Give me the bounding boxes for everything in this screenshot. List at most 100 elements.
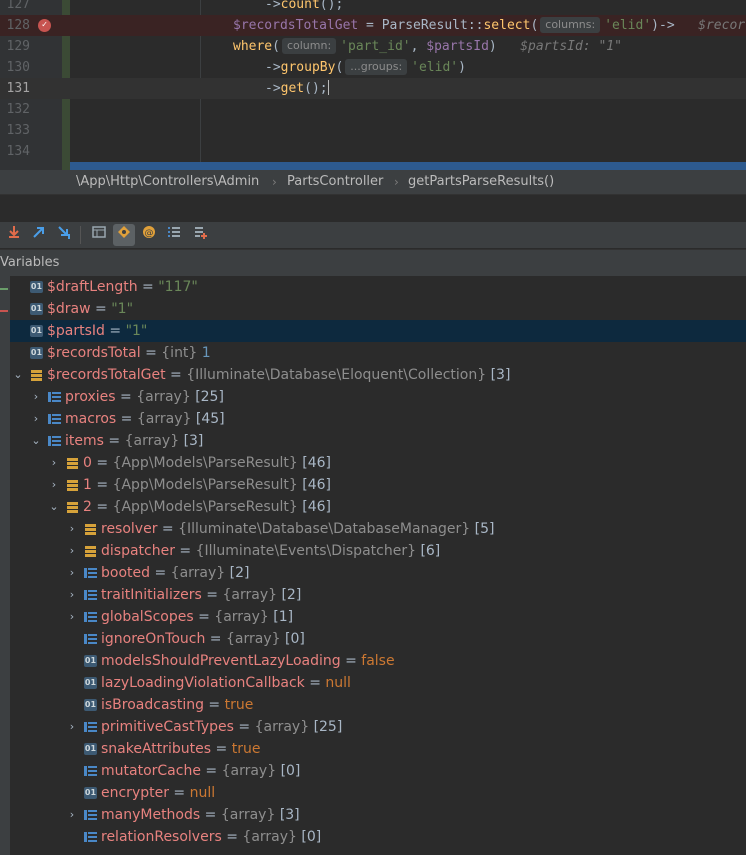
variables-tree[interactable]: 01 $draftLength = "117" 01 $draw = "1" 01 $pa… (0, 276, 746, 855)
variable-row[interactable]: relationResolvers = {array} [0] (10, 826, 746, 848)
add-watch-icon[interactable] (190, 224, 212, 246)
variable-label: lazyLoadingViolationCallback = null (101, 672, 351, 694)
variable-name: mutatorCache (101, 763, 201, 779)
chevron-right-icon[interactable]: › (66, 540, 78, 562)
chevron-right-icon[interactable]: › (66, 606, 78, 628)
chevron-right-icon[interactable]: › (66, 804, 78, 826)
variable-label: 2 = {App\Models\ParseResult} [46] (83, 496, 331, 518)
variable-row[interactable]: › resolver = {Illuminate\Database\Databas… (10, 518, 746, 540)
variable-name: primitiveCastTypes (101, 719, 234, 735)
step-into-icon[interactable] (28, 224, 50, 246)
line-number: 127 (6, 0, 30, 12)
variable-row[interactable]: 01 $draw = "1" (10, 298, 746, 320)
primitive-value-icon: 01 (84, 787, 97, 799)
variable-label: snakeAttributes = true (101, 738, 260, 760)
code-line-132[interactable]: 132 (0, 99, 746, 120)
array-icon (48, 435, 61, 447)
chevron-down-icon[interactable]: ⌄ (30, 430, 42, 452)
variable-row[interactable]: ignoreOnTouch = {array} [0] (10, 628, 746, 650)
variable-equals: = (104, 323, 126, 339)
breadcrumb-method[interactable]: getPartsParseResults() (408, 170, 554, 194)
chevron-right-icon[interactable]: › (30, 408, 42, 430)
evaluate-icon[interactable] (88, 224, 110, 246)
variable-row[interactable]: ⌄ $recordsTotalGet = {Illuminate\Database… (10, 364, 746, 386)
chevron-right-icon[interactable]: › (66, 716, 78, 738)
variable-row[interactable]: › dispatcher = {Illuminate\Events\Dispatc… (10, 540, 746, 562)
chevron-right-icon[interactable]: › (48, 452, 60, 474)
variable-value: [3] (183, 433, 204, 449)
step-over-icon[interactable] (3, 224, 25, 246)
variable-type: {array} (220, 807, 280, 823)
variable-row[interactable]: mutatorCache = {array} [0] (10, 760, 746, 782)
chevron-right-icon[interactable]: › (66, 562, 78, 584)
variable-label: $recordsTotalGet = {Illuminate\Database\… (47, 364, 510, 386)
variable-row[interactable]: 01 modelsShouldPreventLazyLoading = false (10, 650, 746, 672)
array-icon (84, 611, 97, 623)
variable-row[interactable]: › macros = {array} [45] (10, 408, 746, 430)
variable-name: booted (101, 565, 151, 581)
variable-row[interactable]: › traitInitializers = {array} [2] (10, 584, 746, 606)
code-line-129[interactable]: 129 where(column:'part_id', $partsId) $p… (0, 36, 746, 57)
chevron-right-icon[interactable]: › (30, 386, 42, 408)
variable-value: [46] (302, 455, 332, 471)
list-icon[interactable] (163, 224, 185, 246)
variable-label: modelsShouldPreventLazyLoading = false (101, 650, 395, 672)
variable-row[interactable]: › manyMethods = {array} [3] (10, 804, 746, 826)
variable-row[interactable]: ⌄ items = {array} [3] (10, 430, 746, 452)
code-editor[interactable]: 127 ->count(); 128 ✓ $recordsTotalGet = … (0, 0, 746, 170)
variable-row[interactable]: › primitiveCastTypes = {array} [25] (10, 716, 746, 738)
code-line-128[interactable]: 128 ✓ $recordsTotalGet = ParseResult::se… (0, 15, 746, 36)
chevron-right-icon[interactable]: › (66, 518, 78, 540)
breadcrumb-class[interactable]: PartsController (287, 170, 383, 194)
breakpoint-icon[interactable]: ✓ (38, 19, 51, 32)
code-line-134[interactable]: 134 (0, 141, 746, 162)
variable-row[interactable]: 01 $recordsTotal = {int} 1 (10, 342, 746, 364)
code-line-131[interactable]: 131 ->get(); (0, 78, 746, 99)
chevron-right-icon[interactable]: › (66, 584, 78, 606)
breadcrumb: \App\Http\Controllers\Admin › PartsContr… (0, 170, 746, 195)
variable-label: dispatcher = {Illuminate\Events\Dispatch… (101, 540, 440, 562)
variable-value: [2] (229, 565, 250, 581)
array-icon (48, 391, 61, 403)
variable-row[interactable]: 01 $partsId = "1" (10, 320, 746, 342)
variable-row[interactable]: 01 $draftLength = "117" (10, 276, 746, 298)
primitive-value-icon: 01 (84, 655, 97, 667)
code-line-133[interactable]: 133 (0, 120, 746, 141)
chevron-right-icon[interactable]: › (48, 474, 60, 496)
variable-row[interactable]: 01 isBroadcasting = true (10, 694, 746, 716)
variable-name: snakeAttributes (101, 741, 212, 757)
breadcrumb-namespace[interactable]: \App\Http\Controllers\Admin (76, 170, 259, 194)
primitive-value-icon: 01 (84, 699, 97, 711)
step-out-icon[interactable] (53, 224, 75, 246)
code-line-127[interactable]: 127 ->count(); (0, 0, 746, 15)
variable-row[interactable]: › booted = {array} [2] (10, 562, 746, 584)
variable-row[interactable]: 01 encrypter = null (10, 782, 746, 804)
chevron-down-icon[interactable]: ⌄ (48, 496, 60, 518)
watch-icon[interactable] (113, 224, 135, 246)
variable-row[interactable]: › 0 = {App\Models\ParseResult} [46] (10, 452, 746, 474)
variable-label: $partsId = "1" (47, 320, 147, 342)
variable-row[interactable]: 01 lazyLoadingViolationCallback = null (10, 672, 746, 694)
variable-row[interactable]: ⌄ 2 = {App\Models\ParseResult} [46] (10, 496, 746, 518)
variable-row[interactable]: › 1 = {App\Models\ParseResult} [46] (10, 474, 746, 496)
variable-label: 1 = {App\Models\ParseResult} [46] (83, 474, 331, 496)
code-line-130[interactable]: 130 ->groupBy(...groups:'elid') (0, 57, 746, 78)
variable-equals: = (174, 543, 196, 559)
code-text: ->count(); (265, 0, 344, 12)
line-number: 134 (6, 144, 30, 159)
chevron-down-icon[interactable]: ⌄ (12, 364, 24, 386)
left-tool-rail (0, 276, 10, 855)
variable-label: items = {array} [3] (65, 430, 203, 452)
variable-name: manyMethods (101, 807, 201, 823)
variable-row[interactable]: › globalScopes = {array} [1] (10, 606, 746, 628)
variable-type: {array} (254, 719, 314, 735)
mute-breakpoints-icon[interactable]: @ (138, 224, 160, 246)
variable-label: 0 = {App\Models\ParseResult} [46] (83, 452, 331, 474)
variable-name: relationResolvers (101, 829, 222, 845)
variable-row[interactable]: 01 snakeAttributes = true (10, 738, 746, 760)
code-text: ->get(); (265, 80, 329, 96)
svg-text:@: @ (145, 229, 154, 239)
line-number: 129 (6, 39, 30, 54)
variable-row[interactable]: › proxies = {array} [25] (10, 386, 746, 408)
variable-type: {Illuminate\Database\DatabaseManager} (178, 521, 475, 537)
